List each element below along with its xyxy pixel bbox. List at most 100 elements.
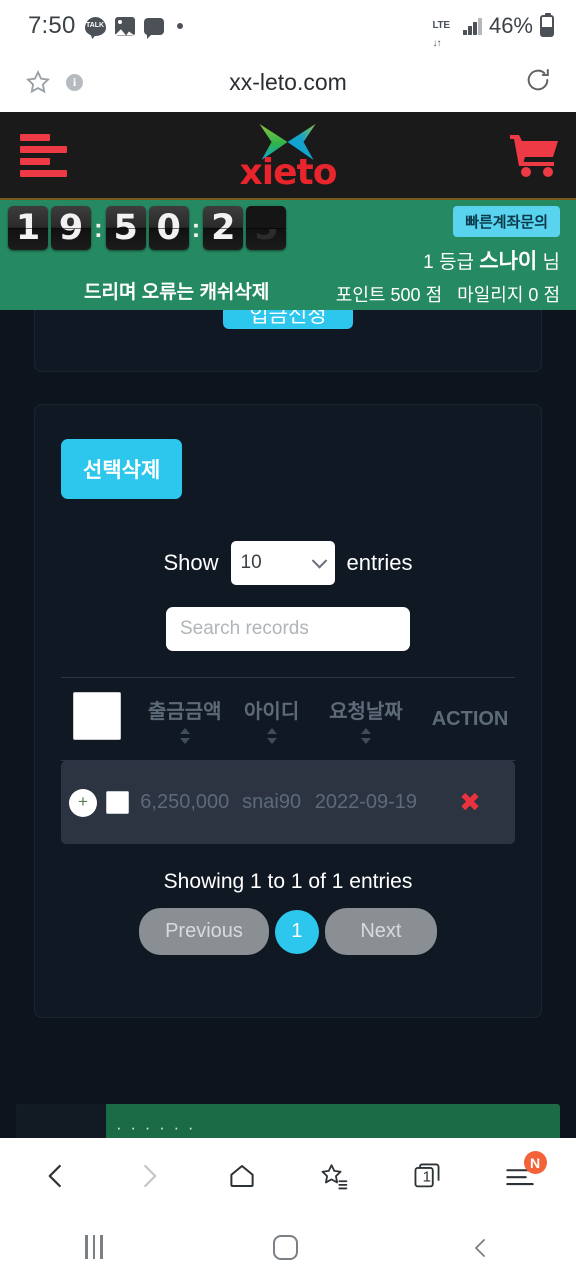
table-body: + 6,250,000 snai90 2022-09-19 ✖	[61, 760, 515, 844]
points-unit: 점	[425, 285, 443, 305]
browser-forward-button[interactable]	[125, 1152, 173, 1200]
lte-icon: LTE ↓↑	[432, 15, 456, 49]
dot-icon	[176, 23, 183, 29]
browser-tabs-button[interactable]: 1	[403, 1152, 451, 1200]
column-label-date: 요청날짜	[329, 700, 403, 723]
column-header-userid[interactable]: 아이디	[236, 677, 307, 761]
url-bar-right	[524, 66, 552, 99]
search-input[interactable]	[166, 607, 410, 651]
card-spacer	[61, 955, 515, 991]
page-content: 입금신청 선택삭제 Show 10 entries Search records…	[0, 310, 576, 1138]
column-header-action: ACTION	[425, 677, 515, 761]
withdrawal-list-card: 선택삭제 Show 10 entries Search records 출금금액…	[34, 404, 542, 1018]
battery-percent: 46%	[488, 13, 533, 38]
column-header-date[interactable]: 요청날짜	[306, 677, 426, 761]
kakaotalk-icon: TALK	[84, 16, 106, 36]
clock-separator: :	[191, 212, 201, 243]
page-info-icon[interactable]: i	[66, 73, 83, 91]
recent-apps-icon[interactable]	[85, 1235, 103, 1259]
clock-digit: 0	[148, 206, 189, 250]
column-header-amount[interactable]: 출금금액	[133, 677, 237, 761]
upper-card: 입금신청	[34, 310, 542, 372]
menu-notification-badge: N	[523, 1151, 547, 1174]
battery-icon	[540, 13, 554, 37]
delete-selected-button[interactable]: 선택삭제	[61, 439, 183, 499]
clock-minutes: 5 0	[105, 206, 189, 250]
browser-bookmarks-button[interactable]	[310, 1152, 358, 1200]
cell-amount: 6,250,000	[133, 760, 237, 844]
row-controls: +	[63, 788, 131, 817]
column-label-amount: 출금금액	[147, 700, 222, 723]
pagination-previous[interactable]: Previous	[139, 908, 269, 955]
browser-home-button[interactable]	[218, 1152, 266, 1200]
user-name-suffix: 님	[542, 252, 560, 273]
banner-notice: 드리며 오류는 캐쉬삭제	[84, 282, 270, 303]
table-head: 출금금액 아이디 요청날짜 ACTION	[61, 677, 515, 761]
clock-separator: :	[94, 212, 103, 243]
clock-digit: 9	[51, 206, 91, 250]
sort-arrows-icon	[179, 727, 190, 744]
column-label-userid: 아이디	[244, 700, 300, 723]
tab-count: 1	[422, 1168, 431, 1186]
deposit-request-button[interactable]: 입금신청	[223, 310, 353, 329]
length-menu: Show 10 entries	[61, 541, 515, 585]
mileage-unit: 점	[543, 285, 560, 305]
footer-strip: · · · · · ·	[16, 1104, 560, 1138]
pagination: Previous 1 Next	[61, 908, 515, 955]
user-info-block: 빠른계좌문의 1 등급 스나이 님 포인트 500 점 마일리지 0 점	[336, 206, 560, 307]
reload-icon[interactable]	[524, 68, 552, 98]
mileage-value: 0	[528, 285, 539, 305]
gallery-icon	[114, 16, 135, 36]
promo-banner: 1 9 : 5 0 : 2 5 드리며 오류는 캐쉬삭제 빠른계좌문의 1 등급…	[0, 200, 576, 310]
home-icon[interactable]	[273, 1234, 299, 1260]
status-bar-left: 7:50 TALK	[28, 12, 183, 40]
phone-screen: 7:50 TALK LTE ↓↑ 46% i xx-leto.com xieto…	[0, 0, 576, 1280]
mileage-label: 마일리지	[457, 285, 524, 305]
user-grade: 1 등급	[423, 252, 474, 273]
browser-bottom-bar: 1 N	[0, 1138, 576, 1214]
points-line: 포인트 500 점 마일리지 0 점	[336, 281, 560, 307]
quick-account-inquiry-button[interactable]: 빠른계좌문의	[453, 206, 560, 237]
delete-x-icon[interactable]: ✖	[459, 787, 481, 817]
clock-digit: 2	[203, 206, 244, 250]
footer-dots: · · · · · ·	[116, 1118, 196, 1137]
points-value: 500	[390, 285, 421, 305]
pagination-page-1[interactable]: 1	[274, 909, 319, 954]
chevron-down-icon	[311, 553, 327, 569]
search-wrap	[61, 607, 515, 651]
clock-seconds: 2 5	[203, 206, 287, 250]
pagination-next[interactable]: Next	[324, 908, 437, 955]
signal-bars-icon	[463, 17, 482, 35]
table-info: Showing 1 to 1 of 1 entries	[163, 870, 413, 893]
select-all-checkbox[interactable]	[73, 692, 121, 740]
expand-row-button[interactable]: +	[69, 788, 97, 817]
url-bar-left: i	[24, 68, 83, 96]
clock-digit: 5	[105, 206, 146, 250]
cell-userid: snai90	[236, 760, 307, 844]
sort-arrows-icon	[360, 727, 371, 744]
message-icon	[143, 17, 164, 39]
lte-arrows: ↓↑	[432, 38, 441, 49]
sort-arrows-icon	[266, 727, 277, 744]
entries-per-page-value: 10	[240, 552, 262, 573]
length-suffix-label: entries	[346, 550, 413, 575]
entries-per-page-select[interactable]: 10	[230, 541, 335, 585]
clock-digit: 1	[8, 206, 48, 250]
shopping-cart-icon[interactable]	[508, 132, 560, 178]
site-logo[interactable]: xieto	[239, 122, 338, 193]
back-icon[interactable]	[469, 1236, 491, 1258]
logo-wordmark: xieto	[239, 152, 338, 193]
select-all-header	[61, 677, 133, 761]
bookmark-star-icon[interactable]	[24, 68, 52, 96]
browser-back-button[interactable]	[32, 1152, 80, 1200]
browser-menu-button[interactable]: N	[496, 1151, 547, 1200]
user-name: 스나이	[479, 250, 538, 273]
status-time: 7:50	[28, 12, 76, 39]
hamburger-menu-icon[interactable]	[16, 128, 71, 183]
footer-tab[interactable]	[16, 1104, 106, 1138]
lte-label: LTE	[432, 20, 450, 31]
table-row: + 6,250,000 snai90 2022-09-19 ✖	[61, 760, 515, 844]
row-checkbox[interactable]	[106, 791, 129, 814]
url-text[interactable]: xx-leto.com	[0, 69, 576, 96]
site-header: xieto	[0, 112, 576, 200]
